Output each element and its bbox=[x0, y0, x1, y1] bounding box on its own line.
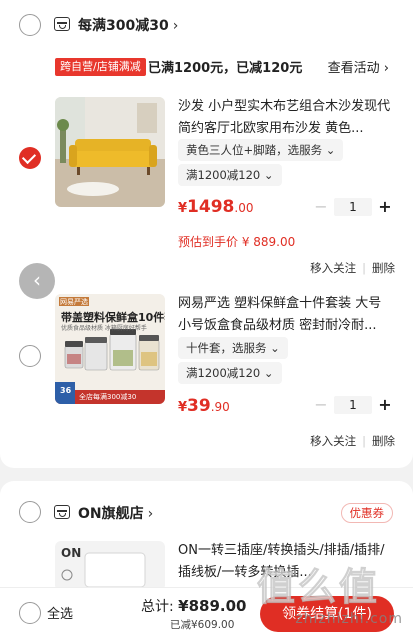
product-title-2[interactable]: 网易严选 塑料保鲜盒十件套装 大号小号饭盒食品级材质 密封耐冷耐... bbox=[178, 293, 393, 337]
quantity-input[interactable]: 1 bbox=[334, 198, 372, 216]
product-spec-2[interactable]: 十件套，选服务 ⌄ bbox=[178, 337, 288, 359]
product-checkbox-1[interactable] bbox=[19, 147, 41, 169]
estimated-price: 预估到手价 ¥ 889.00 bbox=[178, 235, 296, 249]
decrease-button[interactable]: − bbox=[313, 197, 329, 217]
view-activity-link[interactable]: 查看活动 › bbox=[328, 57, 389, 76]
checkout-button[interactable]: 领券结算(1件) bbox=[260, 596, 394, 632]
select-all-label[interactable]: 全选 bbox=[47, 603, 73, 622]
product-image-container-set[interactable]: 网易严选 带盖塑料保鲜盒10件套 优质食品级材质 冰箱厨房好帮手 36 全店每满… bbox=[55, 294, 165, 404]
thumb-banner: 全店每满300减30 bbox=[79, 393, 137, 401]
product-price-1: ¥1498.00 bbox=[178, 197, 253, 217]
divider: | bbox=[362, 261, 366, 275]
store-name-label: 每满300减30 bbox=[78, 18, 169, 34]
move-to-follow-button[interactable]: 移入关注 bbox=[310, 434, 356, 448]
chevron-right-icon: › bbox=[172, 18, 179, 34]
promo-status: 已满1200元，已减120元 bbox=[148, 61, 303, 76]
store-name-2[interactable]: ON旗舰店 › bbox=[78, 503, 153, 523]
thumb-brand: 网易严选 bbox=[60, 298, 88, 306]
increase-button[interactable]: + bbox=[377, 197, 393, 217]
store-checkbox-1[interactable] bbox=[19, 14, 41, 36]
sofa-illustration bbox=[55, 97, 165, 207]
chevron-right-icon: › bbox=[147, 506, 154, 522]
delete-button[interactable]: 删除 bbox=[372, 434, 395, 448]
checkout-bar: 全选 总计: ¥889.00 已减¥609.00 领券结算(1件) bbox=[0, 587, 413, 639]
product-title-1[interactable]: 沙发 小户型实木布艺组合木沙发现代简约客厅北欧家用布沙发 黄色... bbox=[178, 96, 393, 140]
promo-tag: 跨自营/店铺满减 bbox=[55, 58, 146, 76]
store-name-label: ON旗舰店 bbox=[78, 506, 144, 522]
product-image-sofa[interactable] bbox=[55, 97, 165, 207]
currency-symbol: ¥ bbox=[178, 201, 188, 216]
total-value: ¥889.00 bbox=[178, 597, 247, 615]
reduced-amount: 已减¥609.00 bbox=[170, 619, 235, 631]
decrease-button[interactable]: − bbox=[313, 395, 329, 415]
quantity-stepper-1: − 1 + bbox=[313, 197, 393, 217]
thumb-subtitle: 优质食品级材质 冰箱厨房好帮手 bbox=[61, 325, 147, 332]
thumb-price-badge: 36 bbox=[60, 386, 72, 395]
total-label: 总计: bbox=[141, 599, 174, 615]
product-promo-select-1[interactable]: 满1200减120 ⌄ bbox=[178, 164, 282, 186]
store-icon bbox=[54, 505, 70, 519]
divider: | bbox=[362, 434, 366, 448]
increase-button[interactable]: + bbox=[377, 395, 393, 415]
quantity-input[interactable]: 1 bbox=[334, 396, 372, 414]
product-image-adapter[interactable]: ON bbox=[55, 541, 165, 591]
product-actions-2: 移入关注 | 删除 bbox=[310, 433, 395, 449]
select-all-checkbox[interactable] bbox=[19, 602, 41, 624]
price-integer: 39 bbox=[187, 396, 211, 416]
store-card-1: 每满300减30 › 跨自营/店铺满减 已满1200元，已减120元 查看活动 ›… bbox=[0, 0, 413, 468]
product-spec-1[interactable]: 黄色三人位+脚踏，选服务 ⌄ bbox=[178, 139, 344, 161]
currency-symbol: ¥ bbox=[178, 400, 188, 415]
product-title-3[interactable]: ON一转三插座/转换插头/排插/插排/插线板/一转多转换插... bbox=[178, 540, 393, 584]
store-checkbox-2[interactable] bbox=[19, 501, 41, 523]
quantity-stepper-2: − 1 + bbox=[313, 395, 393, 415]
adapter-illustration bbox=[61, 552, 146, 588]
product-promo-select-2[interactable]: 满1200减120 ⌄ bbox=[178, 362, 282, 384]
store-icon bbox=[54, 17, 70, 31]
product-price-2: ¥39.90 bbox=[178, 396, 230, 416]
price-decimal: .90 bbox=[210, 400, 230, 414]
delete-button[interactable]: 删除 bbox=[372, 261, 395, 275]
move-to-follow-button[interactable]: 移入关注 bbox=[310, 261, 356, 275]
price-decimal: .00 bbox=[234, 201, 254, 215]
coupon-button[interactable]: 优惠券 bbox=[340, 503, 393, 523]
product-actions-1: 移入关注 | 删除 bbox=[310, 260, 395, 276]
price-integer: 1498 bbox=[187, 197, 235, 217]
back-arrow-icon[interactable]: ‹ bbox=[19, 263, 55, 299]
product-checkbox-2[interactable] bbox=[19, 345, 41, 367]
store-name-1[interactable]: 每满300减30 › bbox=[78, 15, 178, 35]
total-price: 总计: ¥889.00 bbox=[141, 596, 247, 616]
